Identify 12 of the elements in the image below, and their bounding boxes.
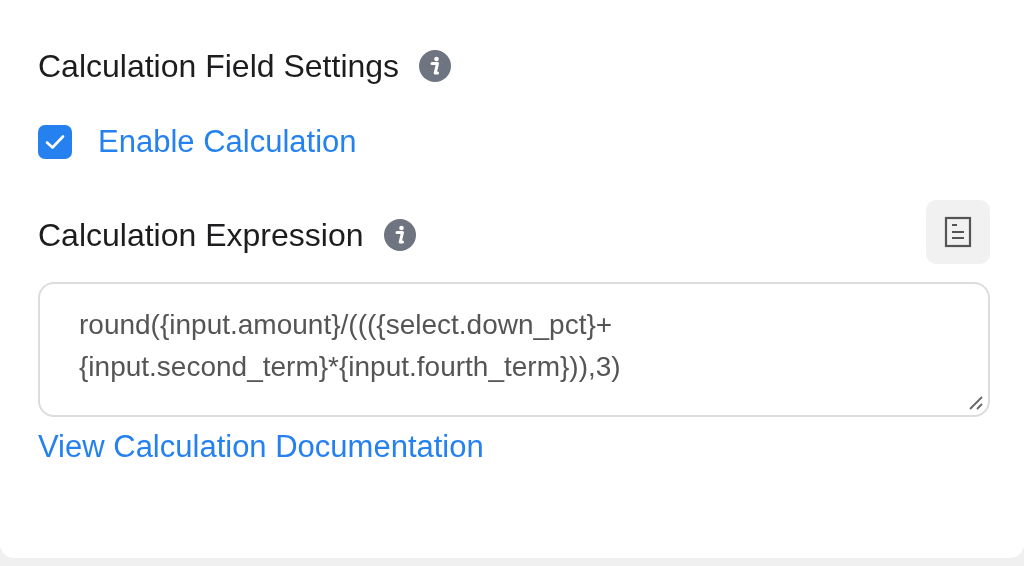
info-icon[interactable] <box>383 219 416 251</box>
checkbox-label[interactable]: Enable Calculation <box>98 122 357 162</box>
section-title: Calculation Field Settings <box>38 47 400 86</box>
checkbox[interactable] <box>38 125 72 159</box>
resize-grip-icon[interactable] <box>968 395 984 411</box>
field-label: Calculation Expression <box>38 216 364 255</box>
expression-field[interactable]: round({input.amount}/((({select.down_pct}+ {input.second_term}*{input.fourth_term})),3) <box>38 282 990 417</box>
info-icon[interactable] <box>419 50 452 82</box>
document-button[interactable] <box>926 200 990 264</box>
document-icon <box>944 216 972 248</box>
documentation-link[interactable]: View Calculation Documentation <box>38 427 484 467</box>
checkmark-icon <box>45 134 65 150</box>
